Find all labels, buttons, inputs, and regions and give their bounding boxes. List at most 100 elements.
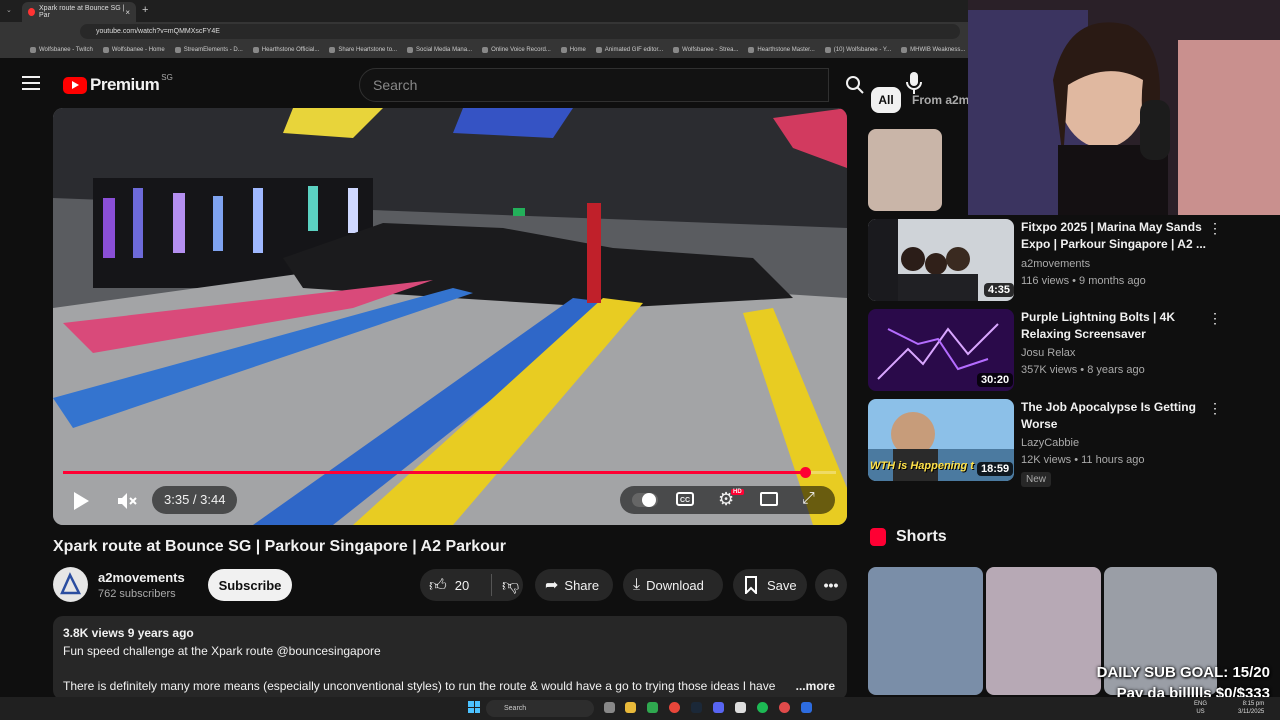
video-title[interactable]: Purple Lightning Bolts | 4K Relaxing Scr… [1021, 309, 1206, 343]
taskbar-search[interactable]: Search [486, 700, 594, 717]
description-line: Fun speed challenge at the Xpark route @… [63, 644, 381, 658]
video-channel[interactable]: LazyCabbie [1021, 437, 1079, 449]
search-icon[interactable] [845, 75, 865, 95]
tab-close-icon[interactable]: × [125, 8, 130, 17]
spreadsheet-app-icon[interactable] [647, 702, 658, 713]
channel-avatar[interactable] [53, 567, 88, 602]
bookmark-item[interactable]: (10) Wolfsbanee - Y... [824, 47, 891, 53]
bookmark-label: Wolfsbanee - Twitch [39, 47, 93, 53]
search-input[interactable]: Search [359, 68, 829, 102]
bookmark-favicon-icon [560, 47, 567, 53]
share-arrow-icon: ➦ [545, 577, 559, 594]
bookmark-item[interactable]: Wolfsbanee - Strea... [673, 47, 738, 53]
bookmark-item[interactable]: Online Voice Record... [482, 47, 551, 53]
video-meta: 12K views • 11 hours ago [1021, 454, 1145, 466]
bookmark-favicon-icon [102, 47, 109, 53]
bookmark-item[interactable]: Home [560, 47, 586, 53]
bookmark-favicon-icon [252, 47, 259, 53]
browser-tab-active[interactable]: Xpark route at Bounce SG | Par × [22, 2, 136, 22]
app-icon[interactable] [801, 702, 812, 713]
show-more-link[interactable]: ...more [789, 679, 835, 693]
app-icon[interactable] [735, 702, 746, 713]
hd-badge: HD [731, 489, 744, 495]
video-title[interactable]: Fitxpo 2025 | Marina May Sands Expo | Pa… [1021, 219, 1206, 253]
app-icon[interactable] [779, 702, 790, 713]
short-thumbnail[interactable] [986, 567, 1101, 695]
clock[interactable]: 8:15 pm 3/11/2025 [1238, 700, 1264, 716]
video-title: Xpark route at Bounce SG | Parkour Singa… [53, 538, 506, 555]
channel-name[interactable]: a2movements [98, 570, 185, 585]
fullscreen-icon[interactable]: ⤢ [802, 490, 815, 508]
bookmark-item[interactable]: MHWIB Weakness... [901, 47, 965, 53]
share-button[interactable]: ➦ Share [535, 569, 613, 601]
chrome-icon[interactable] [669, 702, 680, 713]
more-options-icon[interactable]: ⋮ [1208, 400, 1222, 417]
bookmark-item[interactable]: Animated GIF editor... [595, 47, 663, 53]
autoplay-toggle[interactable] [632, 493, 658, 507]
video-channel[interactable]: Josu Relax [1021, 347, 1075, 359]
bookmark-label: Social Media Mana... [416, 47, 473, 53]
bookmark-item[interactable]: Hearthstone Master... [748, 47, 815, 53]
search-placeholder: Search [373, 77, 418, 93]
sub-goal-line: DAILY SUB GOAL: 15/20 [1096, 664, 1270, 681]
video-title[interactable]: The Job Apocalypse Is Getting Worse [1021, 399, 1206, 433]
save-button[interactable]: Save [733, 569, 807, 601]
bookmark-label: Wolfsbanee - Home [111, 47, 165, 53]
description-line: There is definitely many more means (esp… [63, 679, 776, 693]
download-button[interactable]: ⤓ Download [623, 569, 723, 601]
bookmark-item[interactable]: Share Heartstone to... [329, 47, 397, 53]
more-options-icon[interactable]: ⋮ [1208, 220, 1222, 237]
captions-icon[interactable]: CC [676, 492, 694, 506]
youtube-play-logo-icon [63, 76, 87, 94]
share-label: Share [564, 577, 600, 593]
more-actions-icon[interactable]: ••• [815, 569, 847, 601]
bookmark-favicon-icon [329, 47, 336, 53]
progress-played [63, 471, 806, 474]
play-icon[interactable] [72, 491, 90, 511]
download-icon: ⤓ [633, 576, 641, 593]
short-thumbnail[interactable] [868, 567, 983, 695]
windows-taskbar [0, 697, 1280, 720]
bookmark-item[interactable]: Wolfsbanee - Twitch [30, 47, 93, 53]
bookmark-favicon-icon [407, 47, 414, 53]
bookmark-item[interactable]: Social Media Mana... [407, 47, 472, 53]
dislike-button[interactable]: 👎︎ [492, 575, 519, 596]
like-count: 20 [454, 577, 470, 593]
video-player[interactable] [53, 108, 847, 525]
bookmark-item[interactable]: Wolfsbanee - Home [102, 47, 165, 53]
spotify-icon[interactable] [757, 702, 768, 713]
more-options-icon[interactable]: ⋮ [1208, 310, 1222, 327]
windows-start-icon[interactable] [468, 701, 480, 713]
youtube-premium-logo[interactable]: Premium SG [63, 73, 173, 95]
like-dislike-group: 👍︎ 20 👎︎ [420, 569, 523, 601]
progress-scrubber[interactable] [799, 467, 811, 478]
address-bar[interactable]: youtube.com/watch?v=mQMMXscFY4E [80, 24, 960, 39]
mute-icon[interactable] [116, 491, 138, 511]
bookmark-item[interactable]: Hearthstone Official... [252, 47, 320, 53]
steam-icon[interactable] [691, 702, 702, 713]
bookmark-label: Hearthstone Official... [261, 47, 320, 53]
bookmark-label: Hearthstone Master... [757, 47, 815, 53]
video-channel[interactable]: a2movements [1021, 258, 1090, 270]
bookmark-item[interactable]: StreamElements - D... [174, 47, 243, 53]
views-and-date: 3.8K views 9 years ago [63, 626, 194, 640]
new-tab-icon[interactable]: + [142, 4, 148, 16]
like-button[interactable]: 👍︎ 20 [420, 575, 491, 596]
discord-icon[interactable] [713, 702, 724, 713]
video-progress-bar[interactable] [63, 471, 836, 474]
chip-all[interactable]: All [871, 87, 901, 113]
menu-icon[interactable] [22, 76, 40, 94]
bookmarks-bar: Wolfsbanee - Twitch Wolfsbanee - Home Stre… [0, 42, 970, 58]
description-box[interactable]: 3.8K views 9 years ago Fun speed challen… [53, 616, 847, 700]
task-view-icon[interactable] [604, 702, 615, 713]
theater-mode-icon[interactable] [760, 492, 778, 506]
subscribe-button[interactable]: Subscribe [208, 569, 292, 601]
chip-from-channel[interactable]: From a2m [912, 87, 969, 113]
partial-video-thumbnail[interactable] [868, 129, 942, 211]
bookmark-favicon-icon [595, 47, 602, 53]
thumbs-down-icon: 👎︎ [502, 575, 520, 595]
file-explorer-icon[interactable] [625, 702, 636, 713]
bookmark-label: StreamElements - D... [183, 47, 243, 53]
language-indicator[interactable]: ENG US [1194, 700, 1207, 716]
tab-list-chevron-icon[interactable]: ⌄ [6, 6, 12, 14]
